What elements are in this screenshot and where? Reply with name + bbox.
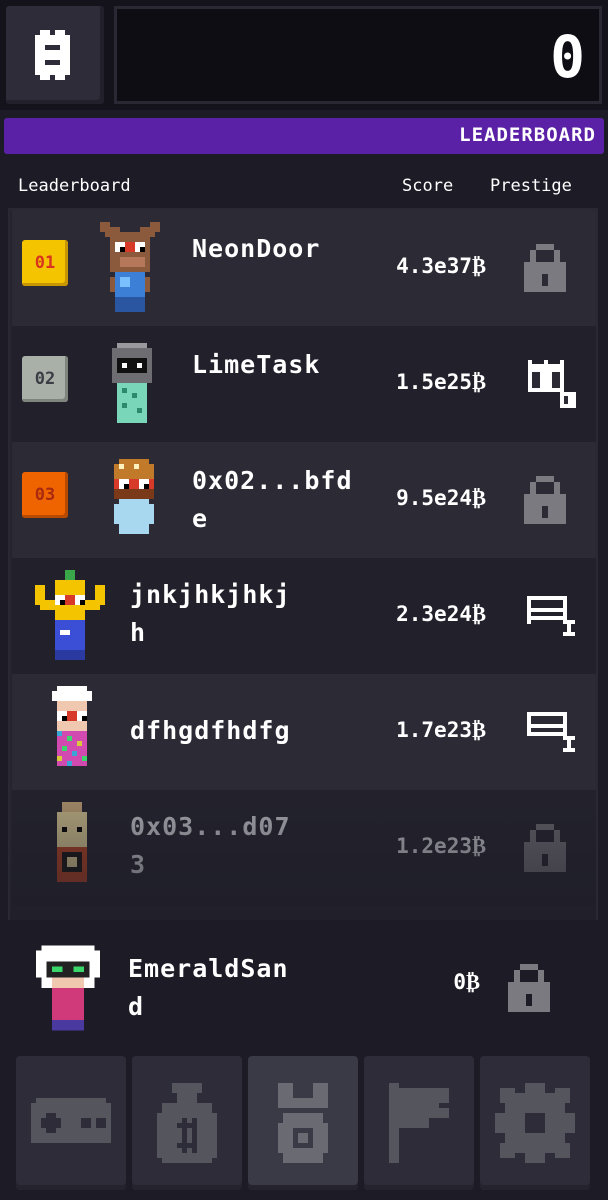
player-name: 0x03...d073 — [130, 812, 291, 879]
rank-badge-silver: 02 — [22, 356, 68, 402]
nav-game-button[interactable] — [16, 1056, 126, 1190]
list-item[interactable]: jnkjhkjhkjh 2.3e24₿ — [12, 558, 596, 674]
burger-avatar — [114, 459, 154, 534]
nav-settings-button[interactable] — [480, 1056, 590, 1190]
lock-icon — [508, 964, 550, 1012]
list-item[interactable]: dfhgdfhdfg 1.7e23₿ — [12, 674, 596, 790]
leaderboard-list[interactable]: 01 NeonDoor 4.3e37₿ 02 LimeTask 1.5e25₿ … — [8, 208, 598, 920]
column-header-score: Score — [402, 176, 454, 196]
nav-bag-button[interactable] — [132, 1056, 242, 1190]
banner-title: LEADERBOARD — [459, 124, 596, 146]
list-item[interactable]: 03 0x02...bfde 9.5e24₿ — [12, 442, 596, 558]
bitcoin-coin-icon — [35, 30, 70, 80]
antler-avatar — [35, 570, 105, 660]
player-name: EmeraldSand — [128, 954, 289, 1021]
lock-icon — [524, 476, 566, 524]
player-score: 1.7e23₿ — [396, 718, 486, 742]
medal-icon — [278, 1083, 328, 1163]
player-score: 4.3e37₿ — [396, 254, 486, 278]
money-bag-icon — [157, 1083, 217, 1163]
gear-icon — [495, 1083, 575, 1163]
chef-avatar — [52, 686, 92, 766]
current-player-row[interactable]: EmeraldSand 0₿ — [0, 928, 608, 1046]
lock-icon — [524, 824, 566, 872]
player-name: dfhgdfhdfg — [130, 716, 291, 745]
nav-quests-button[interactable] — [364, 1056, 474, 1190]
column-header-prestige: Prestige — [490, 176, 572, 196]
player-name: 0x02...bfde — [192, 466, 353, 533]
currency-button[interactable] — [6, 6, 104, 104]
white-hair-avatar — [36, 945, 100, 1031]
player-score: 1.5e25₿ — [396, 370, 486, 394]
leaderboard-banner: LEADERBOARD — [4, 118, 604, 154]
player-score: 9.5e24₿ — [396, 486, 486, 510]
score-value: 0 — [550, 23, 585, 91]
moose-avatar — [100, 222, 160, 312]
castle-tier-2-icon — [528, 360, 576, 408]
player-name: jnkjhkjhkjh — [130, 580, 291, 647]
list-item[interactable]: 01 NeonDoor 4.3e37₿ — [12, 210, 596, 326]
nav-leaderboard-button[interactable] — [248, 1056, 358, 1190]
player-score: 0₿ — [453, 970, 480, 994]
bed-tier-1-icon — [527, 712, 575, 752]
robot-avatar — [112, 343, 152, 423]
player-score: 1.2e23₿ — [396, 834, 486, 858]
player-name: LimeTask — [192, 350, 321, 379]
player-score: 2.3e24₿ — [396, 602, 486, 626]
rank-badge-bronze: 03 — [22, 472, 68, 518]
rank-badge-gold: 01 — [22, 240, 68, 286]
score-display: 0 — [114, 6, 602, 104]
bottom-nav — [0, 1050, 608, 1200]
flag-icon — [389, 1083, 454, 1163]
bed-tier-1-icon — [527, 596, 575, 636]
player-name: NeonDoor — [192, 234, 321, 263]
lock-icon — [524, 244, 566, 292]
list-item[interactable]: 02 LimeTask 1.5e25₿ — [12, 326, 596, 442]
vinyl-avatar — [57, 802, 87, 882]
gamepad-icon — [31, 1098, 111, 1143]
top-bar: 0 — [0, 0, 608, 110]
list-item[interactable]: 0x03...d073 1.2e23₿ — [12, 790, 596, 906]
column-header-leaderboard: Leaderboard — [18, 176, 131, 196]
